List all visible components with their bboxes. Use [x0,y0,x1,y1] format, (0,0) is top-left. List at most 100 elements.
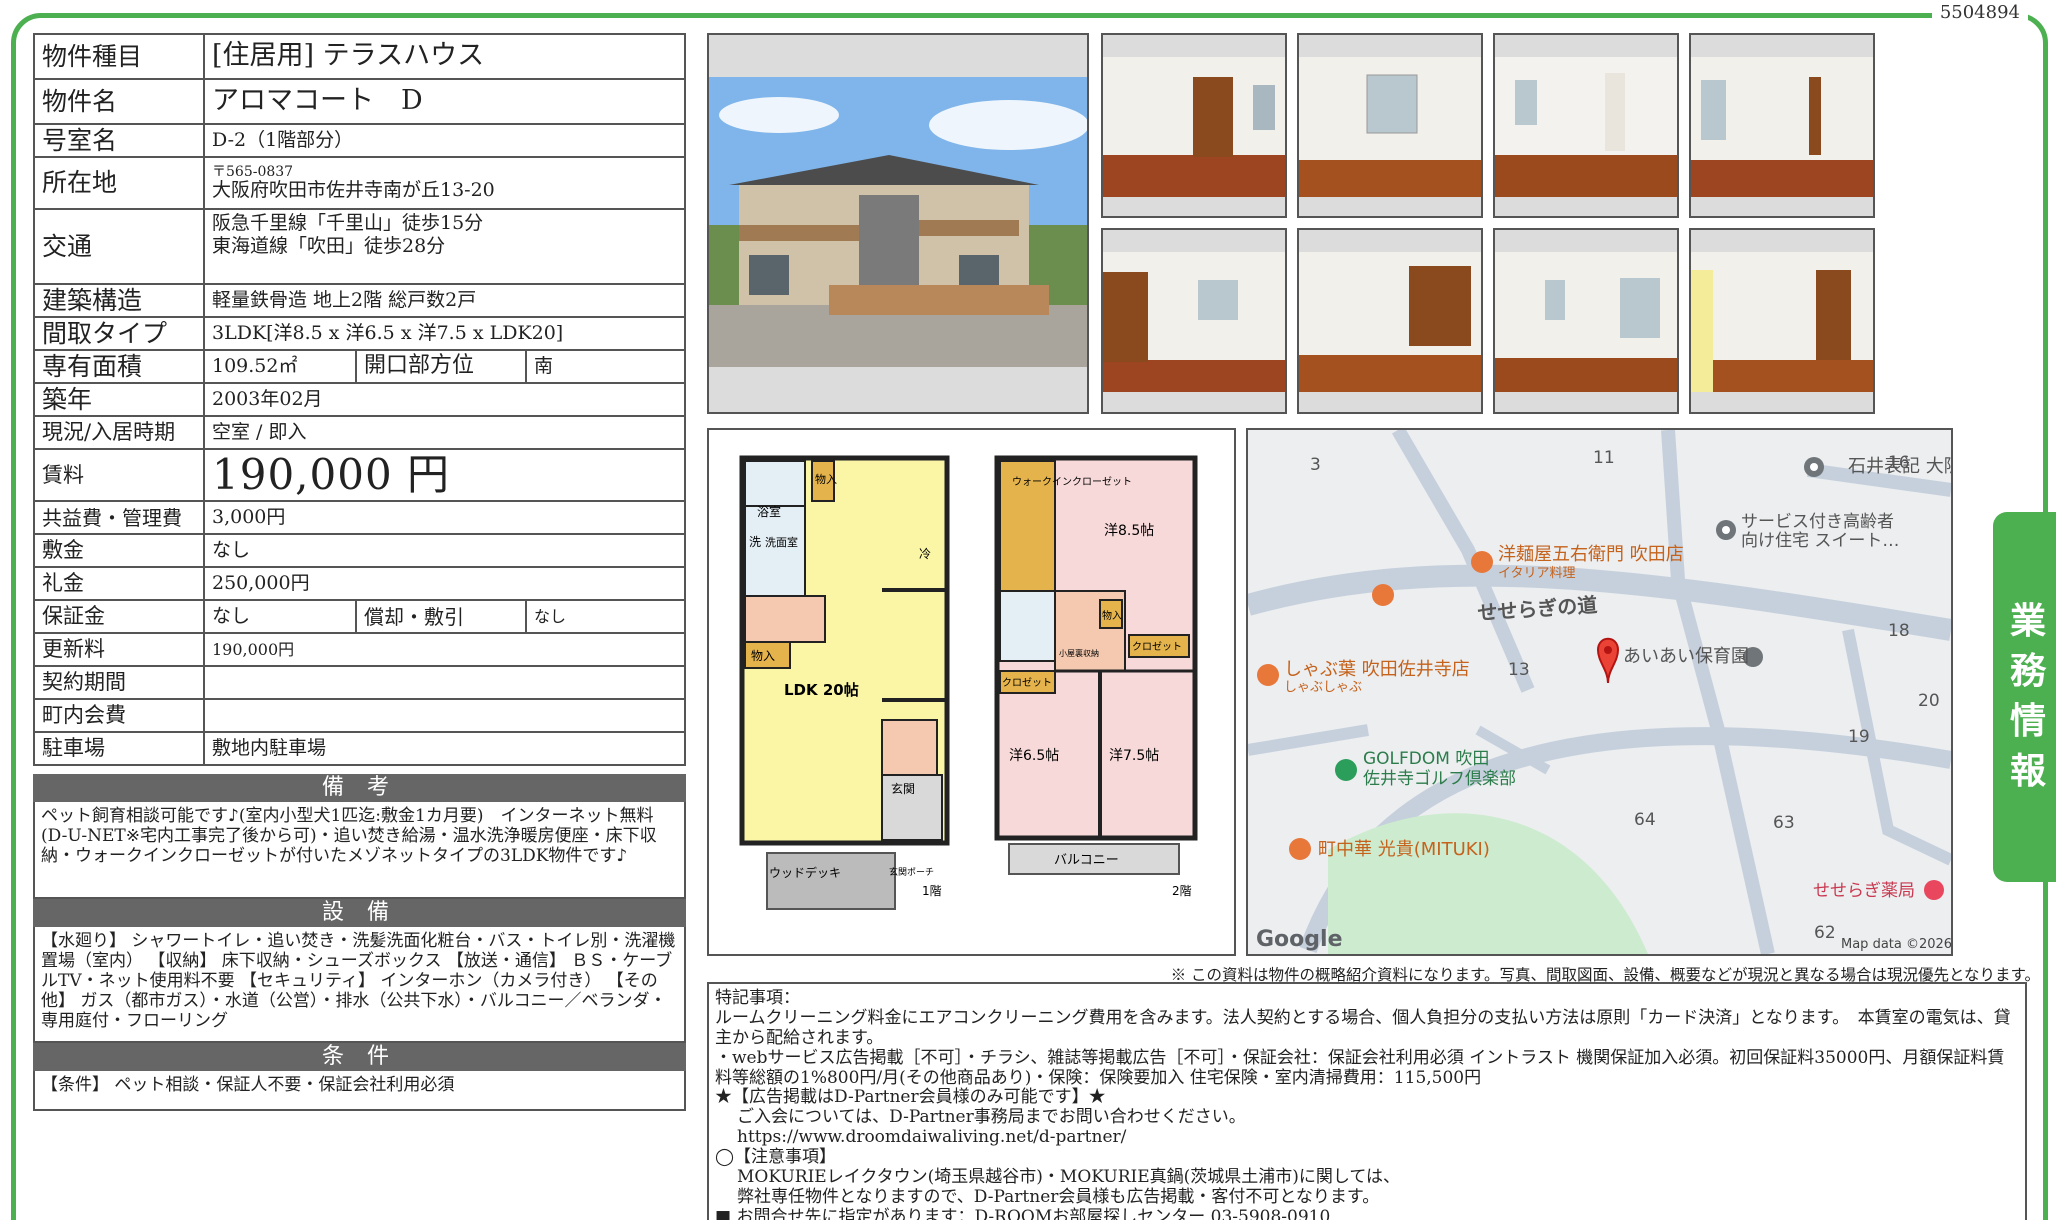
map-credit: Map data ©2026 [1841,937,1951,952]
plan-label: 玄関 [891,781,915,796]
room-name: D-2（1階部分） [203,123,686,158]
note-url[interactable]: https://www.droomdaiwaliving.net/d-partn… [715,1127,2019,1148]
label: 専有面積 [33,349,205,384]
room-photo[interactable] [1101,228,1287,414]
conditions-text: 【条件】 ペット相談・保証人不要・保証会社利用必須 [33,1071,686,1111]
address: 〒565-0837 大阪府吹田市佐井寺南が丘13-20 [203,156,686,210]
map-number: 18 [1888,621,1910,641]
note-line: MOKURIEレイクタウン(埼玉県越谷市)・MOKURIE真鍋(茨城県土浦市)に… [737,1166,1401,1187]
facilities-text: 【水廻り】 シャワートイレ・追い焚き・洗髪洗面化粧台・バス・トイレ別・洗濯機置場… [33,927,686,1043]
business-info-tab[interactable]: 業 務 情 報 [1993,512,2056,882]
property-name: アロマコート D [203,78,686,125]
room-photo[interactable] [1297,33,1483,218]
plan-label: 浴室 [757,504,781,519]
room-photo[interactable] [1297,228,1483,414]
orientation: 南 [525,349,686,384]
map-number: 20 [1918,691,1940,711]
floor-plan[interactable]: 物入 浴室 洗 洗面室 冷 物入 LDK 20帖 玄関 ウッドデッキ 玄関ポーチ… [707,428,1236,956]
rent: 190,000 円 [203,447,686,503]
room-photo[interactable] [1689,33,1875,218]
map-label: せせらぎ薬局 [1813,881,1915,901]
map-label: 町中華 光貴(MITUKI) [1318,839,1490,860]
map-number: 3 [1310,455,1321,475]
map-label: あいあい保育園 [1623,646,1749,667]
address-value: 大阪府吹田市佐井寺南が丘13-20 [212,178,495,201]
room-photo[interactable] [1493,33,1679,218]
plan-label: 玄関ポーチ [889,866,934,878]
label: 賃料 [33,447,205,503]
special-notes: 特記事項： ルームクリーニング料金にエアコンクリーニング費用を含みます。法人契約… [707,982,2027,1220]
note-line: 特記事項： [715,988,800,1008]
map-number: 16 [1888,453,1910,473]
label: 築年 [33,382,205,417]
room-photo[interactable] [1689,228,1875,414]
access: 阪急千里線「千里山」徒歩15分 東海道線「吹田」徒歩28分 [203,208,686,285]
plan-label: クロゼット [1002,677,1052,689]
built-year: 2003年02月 [203,382,686,417]
facilities-header: 設 備 [33,899,686,927]
structure: 軽量鉄骨造 地上2階 総戸数2戸 [203,283,686,318]
note-line: ◯【注意事項】 [715,1147,837,1167]
side-tab-char: 業 [2009,601,2046,642]
room-photo[interactable] [1101,33,1287,218]
remarks-header: 備 考 [33,774,686,802]
label: 交通 [33,208,205,285]
map-number: 19 [1848,727,1870,747]
access-line: 東海道線「吹田」徒歩28分 [212,234,446,257]
side-tab-char: 報 [2009,751,2046,792]
label: 償却・敷引 [355,599,527,635]
plan-label: 洗 [749,535,761,549]
side-tab-char: 情 [2009,701,2046,742]
label: 更新料 [33,632,205,668]
contract-term [203,665,686,701]
map-number: 63 [1773,813,1795,833]
plan-label: 洋6.5帖 [1009,748,1059,764]
document-id: 5504894 [1931,2,2028,23]
map-number: 11 [1593,448,1615,468]
room-photo[interactable] [1493,228,1679,414]
label: 礼金 [33,566,205,602]
note-line: 弊社専任物件となりますので、D-Partner会員様も広告掲載・客付不可となりま… [737,1186,1380,1207]
location-map[interactable]: 石井表記 大阪営業所 サービス付き高齢者 向け住宅 スイート… 洋麺屋五右衛門 … [1246,428,1953,956]
label: 保証金 [33,599,205,635]
label: 町内会費 [33,698,205,734]
label: 契約期間 [33,665,205,701]
renewal-fee: 190,000円 [203,632,686,668]
plan-label: 小屋裏収納 [1059,648,1099,658]
postal-code: 〒565-0837 [212,163,294,180]
property-type: [住居用] テラスハウス [203,33,686,80]
common-fee: 3,000円 [203,500,686,536]
plan-label: 物入 [815,472,837,486]
label: 間取タイプ [33,316,205,351]
label: 所在地 [33,156,205,210]
label: 敷金 [33,533,205,569]
label: 駐車場 [33,731,205,767]
map-label: しゃぶしゃぶ [1284,680,1362,695]
map-number: 64 [1634,810,1656,830]
deposit: なし [203,533,686,569]
map-number: 13 [1508,660,1530,680]
exterior-photo[interactable] [707,33,1089,414]
plan-label: 洋7.5帖 [1109,748,1159,764]
plan-label: 物入 [751,649,775,663]
label: 現況/入居時期 [33,415,205,450]
amortization: なし [525,599,686,635]
plan-label: 冷 [919,547,931,561]
property-table: 物件種目 [住居用] テラスハウス 物件名 アロマコート D 号室名 D-2（1階部分… [33,33,686,767]
note-line: ルームクリーニング料金にエアコンクリーニング費用を含みます。法人契約とする場合、… [715,1007,2011,1048]
plan-label: LDK 20帖 [784,681,859,699]
plan-label: ウッドデッキ [769,865,841,880]
plan-label: ウォークインクローゼット [1012,476,1132,488]
plan-label: クロゼット [1132,641,1182,653]
google-logo: Google [1256,927,1343,952]
label: 物件名 [33,78,205,125]
label: 号室名 [33,123,205,158]
remarks-text: ペット飼育相談可能です♪(室内小型犬1匹迄:敷金1カ月要) インターネット無料(… [33,802,686,899]
note-line: ご入会については、D-Partner事務局までお問い合わせください。 [737,1107,1246,1128]
layout-type: 3LDK[洋8.5 x 洋6.5 x 洋7.5 x LDK20] [203,316,686,351]
side-tab-char: 務 [2009,651,2046,692]
key-money: 250,000円 [203,566,686,602]
map-label: 向け住宅 スイート… [1741,531,1899,551]
floor-area: 109.52㎡ [203,349,357,384]
conditions-header: 条 件 [33,1043,686,1071]
